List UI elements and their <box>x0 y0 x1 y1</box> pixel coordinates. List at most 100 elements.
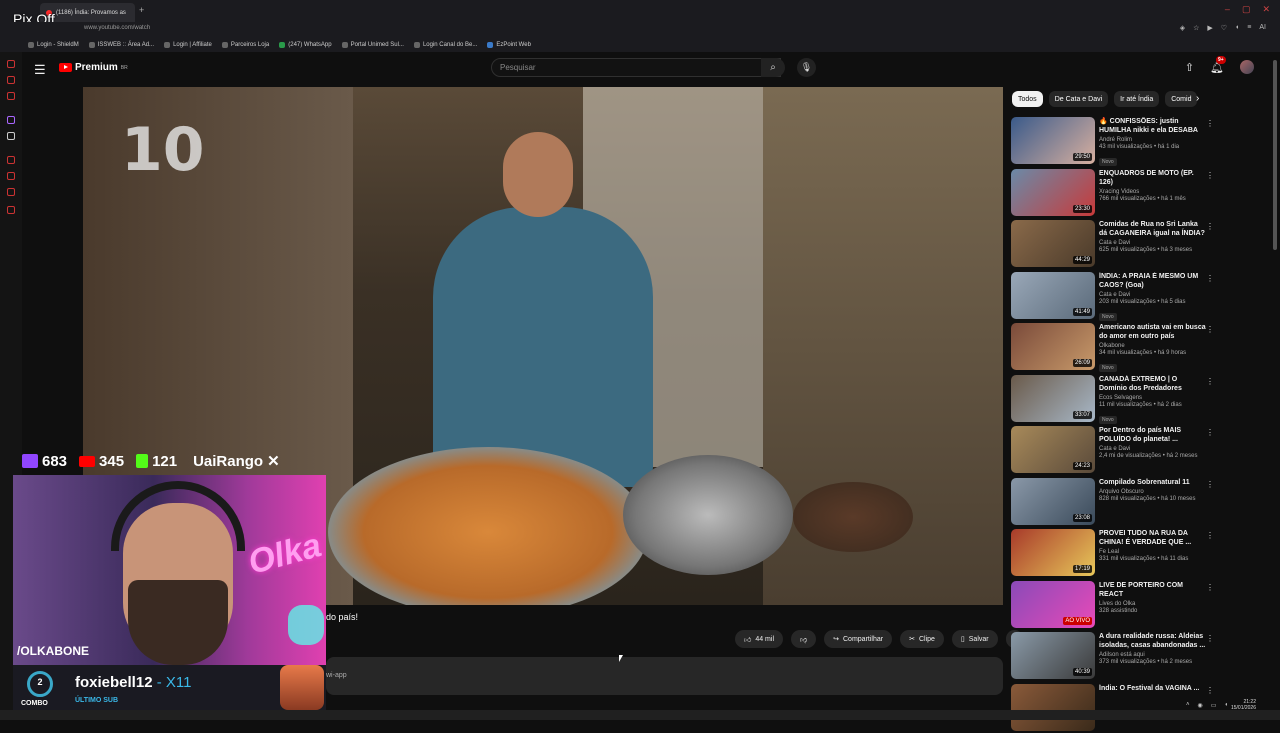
close-icon[interactable]: ✕ <box>1262 4 1270 15</box>
search-button[interactable]: ⌕ <box>761 58 785 77</box>
recommended-video[interactable]: 17:19PROVEI TUDO NA RUA DA CHINA! É VERD… <box>1011 527 1216 579</box>
channel-name[interactable]: Adilson está aqui <box>1099 652 1207 658</box>
video-thumbnail[interactable]: 24:23 <box>1011 426 1095 473</box>
video-title[interactable]: Índia: O Festival da VAGINA ... <box>1099 684 1207 693</box>
heart-icon[interactable]: ♡ <box>1221 24 1227 32</box>
video-thumbnail[interactable]: 23:30 <box>1011 169 1095 216</box>
video-title[interactable]: LIVE DE PORTEIRO COM REACT <box>1099 581 1207 599</box>
upload-icon[interactable]: ⇧ <box>1185 61 1194 74</box>
channel-name[interactable]: Cata e Davi <box>1099 292 1207 298</box>
video-title[interactable]: Compilado Sobrenatural 11 <box>1099 478 1207 487</box>
channel-name[interactable]: Fe Leal <box>1099 549 1207 555</box>
video-thumbnail[interactable]: 17:19 <box>1011 529 1095 576</box>
channel-name[interactable]: Arquivo Obscuro <box>1099 489 1207 495</box>
more-options-icon[interactable]: ⋮ <box>1206 428 1214 437</box>
save-button[interactable]: ▯Salvar <box>952 630 998 648</box>
bookmark-item[interactable]: Login | Affiliate <box>164 42 212 48</box>
recommended-video[interactable]: 40:39A dura realidade russa: Aldeias iso… <box>1011 630 1216 682</box>
dislike-button[interactable]: 👎︎ <box>791 630 816 648</box>
display-icon[interactable]: ▭ <box>1211 702 1217 709</box>
url-field[interactable]: www.youtube.com/watch <box>84 25 150 31</box>
recommended-video[interactable]: 44:29Comidas de Rua no Sri Lanka dá CAGA… <box>1011 218 1216 270</box>
more-options-icon[interactable]: ⋮ <box>1206 119 1214 128</box>
video-title[interactable]: Comidas de Rua no Sri Lanka dá CAGANEIRA… <box>1099 220 1207 238</box>
chevron-up-icon[interactable]: ˄ <box>1186 702 1190 709</box>
play-icon[interactable]: ▶ <box>1207 24 1212 32</box>
recommended-video[interactable]: 24:23Por Dentro do país MAIS POLUÍDO do … <box>1011 424 1216 476</box>
bookmark-item[interactable]: Parceiros Loja <box>222 42 269 48</box>
more-options-icon[interactable]: ⋮ <box>1206 222 1214 231</box>
more-options-icon[interactable]: ⋮ <box>1206 634 1214 643</box>
voice-search-button[interactable]: 🎙︎ <box>797 58 816 77</box>
avatar[interactable] <box>1240 60 1254 74</box>
channel-name[interactable]: Ecos Selvagens <box>1099 395 1207 401</box>
bookmark-item[interactable]: Login - ShieldM <box>28 42 79 48</box>
maximize-icon[interactable]: ▢ <box>1242 4 1251 15</box>
speaker-icon[interactable]: ◖ <box>1224 702 1228 709</box>
new-tab-button[interactable]: + <box>139 5 144 15</box>
video-title[interactable]: A dura realidade russa: Aldeias isoladas… <box>1099 632 1207 650</box>
channel-name[interactable]: Cata e Davi <box>1099 240 1207 246</box>
video-thumbnail[interactable]: 40:39 <box>1011 632 1095 679</box>
bookmark-item[interactable]: Portal Unimed Sul... <box>342 42 404 48</box>
extension-icon[interactable]: ◈ <box>1180 24 1185 32</box>
video-title[interactable]: ÍNDIA: A PRAIA É MESMO UM CAOS? (Goa) <box>1099 272 1207 290</box>
chip-todos[interactable]: Todos <box>1012 91 1043 107</box>
chip-cata-davi[interactable]: De Cata e Davi <box>1049 91 1108 107</box>
hamburger-menu-icon[interactable]: ☰ <box>34 62 46 78</box>
video-title[interactable]: Americano autista vai em busca do amor e… <box>1099 323 1207 341</box>
video-thumbnail[interactable]: 23:08 <box>1011 478 1095 525</box>
recommended-video[interactable]: 23:08 Compilado Sobrenatural 11 Arquivo Ob… <box>1011 476 1216 528</box>
youtube-logo[interactable]: Premium BR <box>59 62 128 73</box>
scrollbar[interactable] <box>1273 60 1277 250</box>
channel-name[interactable]: Olkabone <box>1099 343 1207 349</box>
bookmark-item[interactable]: Login Canal do Be... <box>414 42 477 48</box>
recommended-video[interactable]: 41:49ÍNDIA: A PRAIA É MESMO UM CAOS? (Go… <box>1011 270 1216 322</box>
more-options-icon[interactable]: ⋮ <box>1206 531 1214 540</box>
channel-name[interactable]: Lives do Olka <box>1099 601 1207 607</box>
like-button[interactable]: 👍︎44 mil <box>735 630 783 648</box>
channel-name[interactable]: Cata e Davi <box>1099 446 1207 452</box>
more-options-icon[interactable]: ⋮ <box>1206 325 1214 334</box>
channel-name[interactable]: Xracing Videos <box>1099 189 1207 195</box>
video-title[interactable]: Por Dentro do país MAIS POLUÍDO do plane… <box>1099 426 1207 444</box>
volume-icon[interactable]: ◖ <box>1235 24 1239 32</box>
sidebar-app-icon[interactable] <box>7 92 15 100</box>
recommended-video[interactable]: 26:09Americano autista vai em busca do a… <box>1011 321 1216 373</box>
search-input[interactable]: Pesquisar <box>491 58 781 77</box>
more-options-icon[interactable]: ⋮ <box>1206 377 1214 386</box>
twitch-icon[interactable] <box>7 116 15 124</box>
recommended-video[interactable]: 33:07CANADÁ EXTREMO | O Domínio dos Pred… <box>1011 373 1216 425</box>
video-thumbnail[interactable]: 44:29 <box>1011 220 1095 267</box>
ai-button[interactable]: AI <box>1259 24 1266 32</box>
sidebar-app-icon[interactable] <box>7 156 15 164</box>
sidebar-app-icon[interactable] <box>7 60 15 68</box>
chip-comida[interactable]: Comid <box>1165 91 1197 107</box>
bookmark-item[interactable]: ISSWEB :: Área Ad... <box>89 42 154 48</box>
share-button[interactable]: ↪Compartilhar <box>824 630 892 648</box>
system-clock[interactable]: 21:22 15/01/2026 <box>1231 699 1256 711</box>
description-box[interactable]: wi-app <box>326 657 1003 695</box>
more-options-icon[interactable]: ⋮ <box>1206 686 1214 695</box>
notifications-button[interactable]: 🔔︎9+ <box>1210 61 1224 74</box>
recommended-video[interactable]: 29:50🔥 CONFISSÕES: justin HUMILHA nikki … <box>1011 115 1216 167</box>
channel-name[interactable]: André Rolim <box>1099 137 1207 143</box>
sidebar-app-icon[interactable] <box>7 76 15 84</box>
video-thumbnail[interactable]: 33:07 <box>1011 375 1095 422</box>
recommended-video[interactable]: AO VIVOLIVE DE PORTEIRO COM REACT Lives d… <box>1011 579 1216 631</box>
more-options-icon[interactable]: ⋮ <box>1206 583 1214 592</box>
video-title[interactable]: PROVEI TUDO NA RUA DA CHINA! É VERDADE Q… <box>1099 529 1207 547</box>
video-thumbnail[interactable]: 26:09 <box>1011 323 1095 370</box>
chip-india[interactable]: Ir até Índia <box>1114 91 1159 107</box>
video-title[interactable]: CANADÁ EXTREMO | O Domínio dos Predadore… <box>1099 375 1207 393</box>
settings-icon[interactable] <box>7 206 15 214</box>
x-icon[interactable] <box>7 132 15 140</box>
video-thumbnail[interactable]: AO VIVO <box>1011 581 1095 628</box>
video-title[interactable]: ENQUADROS DE MOTO (EP. 126) <box>1099 169 1207 187</box>
recommended-video[interactable]: 23:30ENQUADROS DE MOTO (EP. 126) Xracing … <box>1011 167 1216 219</box>
menu-icon[interactable]: ≡ <box>1247 24 1251 32</box>
minimize-icon[interactable]: – <box>1225 4 1230 15</box>
more-options-icon[interactable]: ⋮ <box>1206 480 1214 489</box>
more-options-icon[interactable]: ⋮ <box>1206 274 1214 283</box>
bookmark-icon[interactable]: ☆ <box>1193 24 1199 32</box>
